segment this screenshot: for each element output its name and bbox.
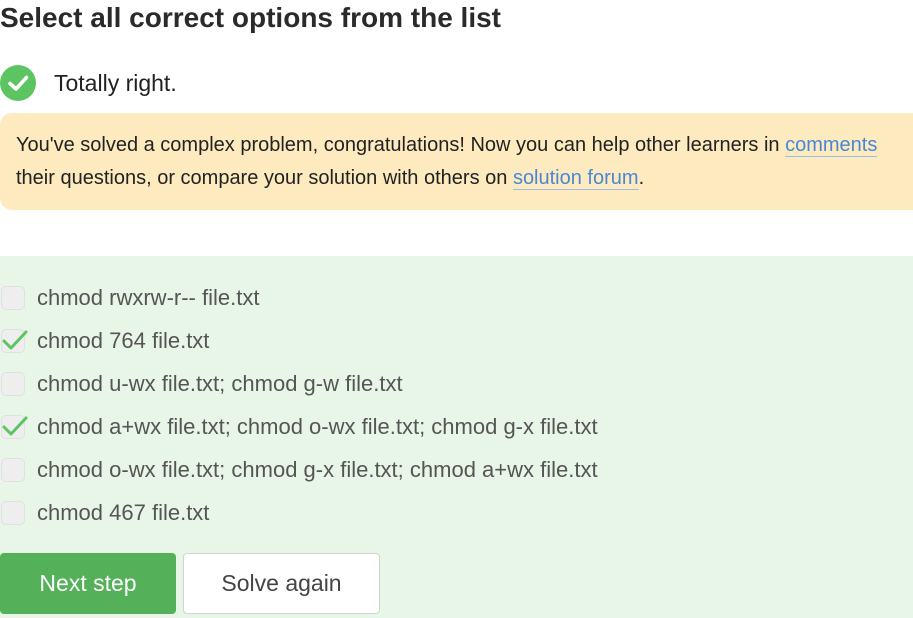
option-item[interactable]: chmod 467 file.txt (0, 491, 913, 534)
next-step-button[interactable]: Next step (0, 553, 176, 614)
option-label: chmod 467 file.txt (37, 499, 210, 525)
answer-area: chmod rwxrw-r-- file.txt chmod 764 file.… (0, 256, 913, 618)
checkbox[interactable] (1, 285, 25, 310)
option-label: chmod a+wx file.txt; chmod o-wx file.txt… (37, 413, 598, 439)
check-circle-icon (0, 65, 36, 101)
note-text: . (638, 167, 645, 189)
check-mark-icon (2, 416, 28, 435)
option-label: chmod 764 file.txt (37, 327, 210, 353)
option-label: chmod o-wx file.txt; chmod g-x file.txt;… (37, 456, 598, 482)
page-title: Select all correct options from the list (0, 2, 502, 33)
option-item[interactable]: chmod o-wx file.txt; chmod g-x file.txt;… (0, 448, 913, 491)
checkbox-checked[interactable] (1, 328, 28, 353)
comments-link[interactable]: comments (785, 134, 878, 157)
solve-again-button[interactable]: Solve again (183, 553, 380, 614)
check-mark-icon (2, 330, 28, 349)
success-note: You've solved a complex problem, congrat… (0, 113, 913, 210)
result-status: Totally right. (0, 64, 177, 102)
checkbox-checked[interactable] (1, 414, 28, 439)
checkbox[interactable] (1, 500, 25, 525)
result-message: Totally right. (54, 69, 177, 96)
checkbox[interactable] (1, 371, 25, 396)
note-line-2: their questions, or compare your solutio… (16, 162, 913, 195)
option-item[interactable]: chmod a+wx file.txt; chmod o-wx file.txt… (0, 405, 913, 448)
note-line-1: You've solved a complex problem, congrat… (16, 129, 913, 162)
option-label: chmod u-wx file.txt; chmod g-w file.txt (37, 370, 403, 396)
note-text: You've solved a complex problem, congrat… (16, 134, 786, 156)
option-item[interactable]: chmod 764 file.txt (0, 319, 913, 362)
option-label: chmod rwxrw-r-- file.txt (37, 284, 260, 310)
note-text: their questions, or compare your solutio… (16, 167, 513, 189)
option-item[interactable]: chmod u-wx file.txt; chmod g-w file.txt (0, 362, 913, 405)
options-list: chmod rwxrw-r-- file.txt chmod 764 file.… (0, 276, 913, 534)
option-item[interactable]: chmod rwxrw-r-- file.txt (0, 276, 913, 319)
solution-forum-link[interactable]: solution forum (512, 167, 639, 190)
checkbox[interactable] (1, 457, 25, 482)
